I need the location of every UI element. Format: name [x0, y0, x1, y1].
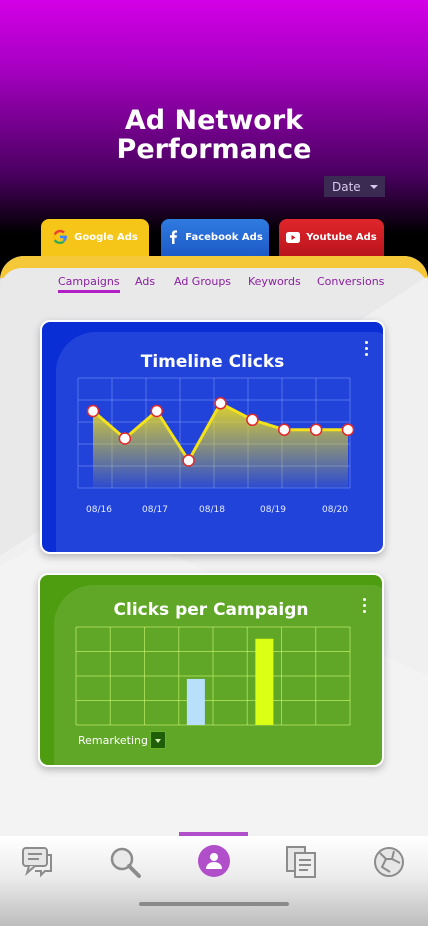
google-icon — [52, 229, 68, 245]
line-area — [93, 403, 348, 488]
data-point — [309, 423, 323, 436]
timeline-clicks-card: Timeline Clicks 08/16 08/17 08/18 08/19 08/2… — [40, 320, 385, 554]
data-point — [150, 404, 163, 418]
data-point — [118, 432, 132, 445]
facebook-icon — [167, 230, 179, 244]
nav-profile[interactable] — [198, 845, 230, 877]
subtab-ad-groups[interactable]: Ad Groups — [174, 275, 231, 288]
campaign-filter-label: Remarketing — [78, 734, 148, 747]
youtube-icon — [286, 231, 301, 243]
profile-icon — [206, 853, 222, 869]
subtab-bar: Campaigns Ads Ad Groups Keywords Convers… — [0, 275, 428, 295]
page-title: Ad Network Performance — [0, 106, 428, 164]
tab-facebook-ads[interactable]: Facebook Ads — [161, 219, 269, 261]
timeline-chart: 08/16 08/17 08/18 08/19 08/20 — [77, 377, 355, 515]
data-point — [182, 454, 195, 467]
subtab-keywords[interactable]: Keywords — [248, 275, 301, 288]
subtab-ads[interactable]: Ads — [135, 275, 155, 288]
search-icon — [110, 847, 141, 878]
x-tick-label: 08/20 — [322, 505, 348, 515]
nav-active-indicator — [179, 832, 248, 836]
campaign-filter-dropdown[interactable] — [150, 731, 166, 749]
home-indicator — [139, 902, 289, 906]
subtab-campaigns[interactable]: Campaigns — [58, 275, 120, 293]
x-tick-label: 08/18 — [199, 505, 225, 515]
subtab-conversions[interactable]: Conversions — [317, 275, 384, 288]
documents-icon — [286, 846, 316, 878]
title-line-1: Ad Network — [124, 105, 304, 136]
nav-chat[interactable] — [21, 845, 55, 879]
data-point — [214, 397, 227, 410]
tab-google-label: Google Ads — [74, 231, 138, 243]
data-point — [246, 413, 259, 427]
chevron-down-icon — [370, 185, 378, 189]
date-dropdown-label: Date — [332, 179, 361, 194]
date-dropdown[interactable]: Date — [324, 176, 385, 197]
tab-google-ads[interactable]: Google Ads — [41, 219, 149, 261]
title-line-2: Performance — [116, 134, 312, 165]
bar — [255, 638, 274, 725]
data-point — [341, 423, 355, 436]
tab-youtube-label: Youtube Ads — [306, 231, 377, 243]
x-tick-label: 08/19 — [260, 505, 286, 515]
data-point — [86, 404, 100, 418]
tab-youtube-ads[interactable]: Youtube Ads — [279, 219, 384, 261]
x-tick-label: 08/17 — [142, 505, 168, 515]
x-tick-label: 08/16 — [86, 505, 112, 515]
chevron-down-icon — [155, 739, 161, 743]
bar — [186, 678, 205, 725]
data-point — [278, 423, 291, 436]
tab-facebook-label: Facebook Ads — [185, 231, 263, 243]
globe-icon — [374, 847, 404, 877]
chat-icon — [22, 847, 52, 878]
nav-search[interactable] — [108, 845, 142, 879]
nav-documents[interactable] — [285, 845, 319, 879]
nav-globe[interactable] — [372, 845, 406, 879]
